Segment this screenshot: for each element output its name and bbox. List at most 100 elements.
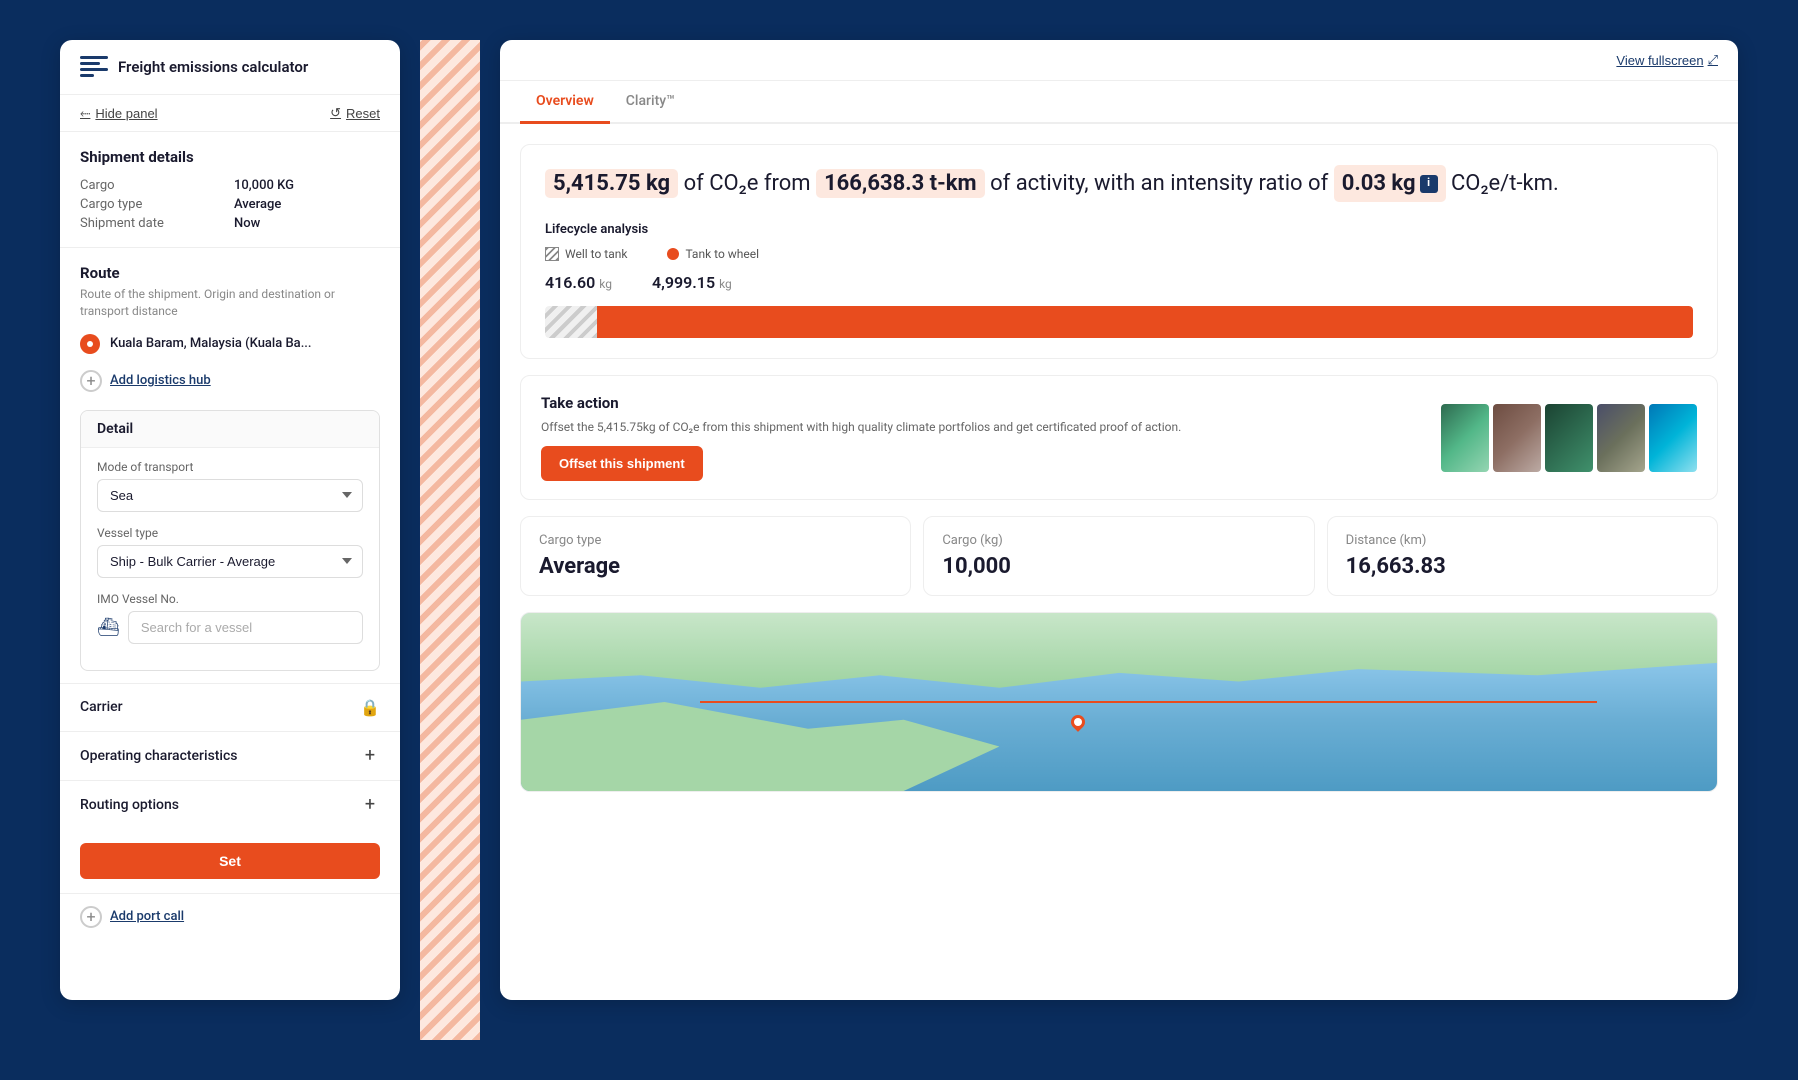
reset-icon: ↺ [330, 105, 341, 121]
shipment-date-key: Shipment date [80, 216, 226, 231]
nature-images [1441, 404, 1697, 472]
fullscreen-icon: ⤢ [1708, 52, 1718, 68]
well-to-tank-item: Well to tank [545, 247, 627, 261]
right-content: 5,415.75 kg of CO₂e from 166,638.3 t-km … [500, 124, 1738, 812]
map-land-west [521, 702, 999, 791]
take-action-text: Take action Offset the 5,415.75kg of CO₂… [541, 394, 1425, 481]
reset-button[interactable]: ↺ Reset [330, 105, 380, 121]
route-section: Route Route of the shipment. Origin and … [60, 252, 400, 410]
app-logo [80, 56, 108, 78]
set-button[interactable]: Set [80, 843, 380, 879]
intensity-highlight: 0.03 kg i [1334, 165, 1446, 202]
take-action-title: Take action [541, 394, 1425, 412]
route-origin-row: Kuala Baram, Malaysia (Kuala Ba... [80, 334, 380, 354]
fullscreen-label: View fullscreen [1616, 53, 1703, 68]
view-fullscreen-button[interactable]: View fullscreen ⤢ [1616, 52, 1718, 68]
vessel-type-select[interactable]: Ship - Bulk Carrier - Average [97, 545, 363, 578]
vessel-type-group: Vessel type Ship - Bulk Carrier - Averag… [97, 526, 363, 578]
add-logistics-circle-icon: + [80, 370, 102, 392]
shipment-details-grid: Cargo 10,000 KG Cargo type Average Shipm… [60, 174, 400, 243]
panel-title: Freight emissions calculator [118, 58, 308, 76]
carrier-row: Carrier 🔒 [60, 683, 400, 731]
bar-hatch-segment [545, 306, 597, 338]
add-logistics-hub-link[interactable]: Add logistics hub [110, 373, 211, 388]
hide-panel-button[interactable]: ⬸ Hide panel [80, 105, 158, 121]
routing-options-expand-icon: + [360, 795, 380, 815]
cargo-type-value: Average [234, 197, 380, 212]
nature-image-5 [1649, 404, 1697, 472]
tank-to-wheel-item: Tank to wheel [667, 247, 759, 261]
operating-characteristics-expand-icon: + [360, 746, 380, 766]
stat-card-cargo-type: Cargo type Average [520, 516, 911, 596]
lifecycle-values: 416.60 kg 4,999.15 kg [545, 273, 1693, 292]
vessel-type-label: Vessel type [97, 526, 363, 540]
take-action-description: Offset the 5,415.75kg of CO₂e from this … [541, 418, 1425, 436]
shipment-details-heading: Shipment details [60, 132, 400, 174]
map-pin-icon [1068, 712, 1088, 732]
origin-dot-icon [80, 334, 100, 354]
stat-cargo-type-value: Average [539, 554, 892, 579]
stat-card-distance: Distance (km) 16,663.83 [1327, 516, 1718, 596]
emissions-summary: 5,415.75 kg of CO₂e from 166,638.3 t-km … [545, 165, 1693, 202]
map-container [520, 612, 1718, 792]
tabs-row: Overview Clarity™ [500, 81, 1738, 124]
shipment-date-value: Now [234, 216, 380, 231]
imo-vessel-label: IMO Vessel No. [97, 592, 363, 606]
detail-box-header: Detail [81, 411, 379, 448]
well-to-tank-icon [545, 247, 559, 261]
tank-to-wheel-icon [667, 248, 679, 260]
cargo-value: 10,000 KG [234, 178, 380, 193]
activity-highlight: 166,638.3 t-km [816, 169, 985, 198]
route-description: Route of the shipment. Origin and destin… [80, 286, 380, 320]
lifecycle-items: Well to tank Tank to wheel [545, 247, 1693, 261]
mode-of-transport-select[interactable]: Sea Air Road Rail [97, 479, 363, 512]
lifecycle-title: Lifecycle analysis [545, 222, 1693, 237]
vessel-icon-row: ⛴ [97, 611, 363, 644]
imo-vessel-group: IMO Vessel No. ⛴ [97, 592, 363, 644]
tab-overview[interactable]: Overview [520, 81, 610, 124]
tank-to-wheel-value: 4,999.15 kg [652, 273, 732, 292]
add-logistics-row[interactable]: + Add logistics hub [80, 364, 380, 398]
lifecycle-section: Lifecycle analysis Well to tank Tank to … [545, 222, 1693, 338]
well-to-tank-label: Well to tank [565, 247, 627, 261]
hatch-divider [420, 40, 480, 1040]
stat-card-cargo: Cargo (kg) 10,000 [923, 516, 1314, 596]
stat-cargo-label: Cargo (kg) [942, 533, 1295, 548]
operating-characteristics-row[interactable]: Operating characteristics + [60, 731, 400, 780]
panel-header: Freight emissions calculator [60, 40, 400, 95]
left-panel: Freight emissions calculator ⬸ Hide pane… [60, 40, 400, 1000]
add-port-call-row[interactable]: + Add port call [60, 893, 400, 940]
mode-of-transport-label: Mode of transport [97, 460, 363, 474]
back-arrow-icon: ⬸ [80, 105, 90, 121]
stat-cargo-type-label: Cargo type [539, 533, 892, 548]
well-to-tank-value: 416.60 kg [545, 273, 612, 292]
right-panel: View fullscreen ⤢ Overview Clarity™ 5,41… [500, 40, 1738, 1000]
take-action-card: Take action Offset the 5,415.75kg of CO₂… [520, 375, 1718, 500]
lock-icon: 🔒 [360, 698, 380, 717]
cargo-key: Cargo [80, 178, 226, 193]
panel-toolbar: ⬸ Hide panel ↺ Reset [60, 95, 400, 132]
stat-cargo-value: 10,000 [942, 554, 1295, 579]
tank-to-wheel-label: Tank to wheel [685, 247, 759, 261]
map-route-line [700, 701, 1597, 703]
mode-of-transport-group: Mode of transport Sea Air Road Rail [97, 460, 363, 512]
nature-image-2 [1493, 404, 1541, 472]
tab-clarity[interactable]: Clarity™ [610, 81, 691, 124]
lifecycle-bar [545, 306, 1693, 338]
stats-row: Cargo type Average Cargo (kg) 10,000 Dis… [520, 516, 1718, 596]
nature-image-3 [1545, 404, 1593, 472]
stat-distance-value: 16,663.83 [1346, 554, 1699, 579]
detail-box: Detail Mode of transport Sea Air Road Ra… [80, 410, 380, 671]
operating-characteristics-label: Operating characteristics [80, 748, 238, 764]
imo-vessel-input[interactable] [128, 611, 363, 644]
stat-distance-label: Distance (km) [1346, 533, 1699, 548]
offset-shipment-button[interactable]: Offset this shipment [541, 446, 703, 481]
emissions-card: 5,415.75 kg of CO₂e from 166,638.3 t-km … [520, 144, 1718, 359]
detail-box-body: Mode of transport Sea Air Road Rail Vess… [81, 448, 379, 670]
vessel-icon: ⛴ [97, 617, 120, 638]
add-port-call-link[interactable]: Add port call [110, 909, 184, 924]
right-panel-topbar: View fullscreen ⤢ [500, 40, 1738, 81]
routing-options-row[interactable]: Routing options + [60, 780, 400, 829]
nature-image-4 [1597, 404, 1645, 472]
co2-amount-highlight: 5,415.75 kg [545, 169, 678, 198]
